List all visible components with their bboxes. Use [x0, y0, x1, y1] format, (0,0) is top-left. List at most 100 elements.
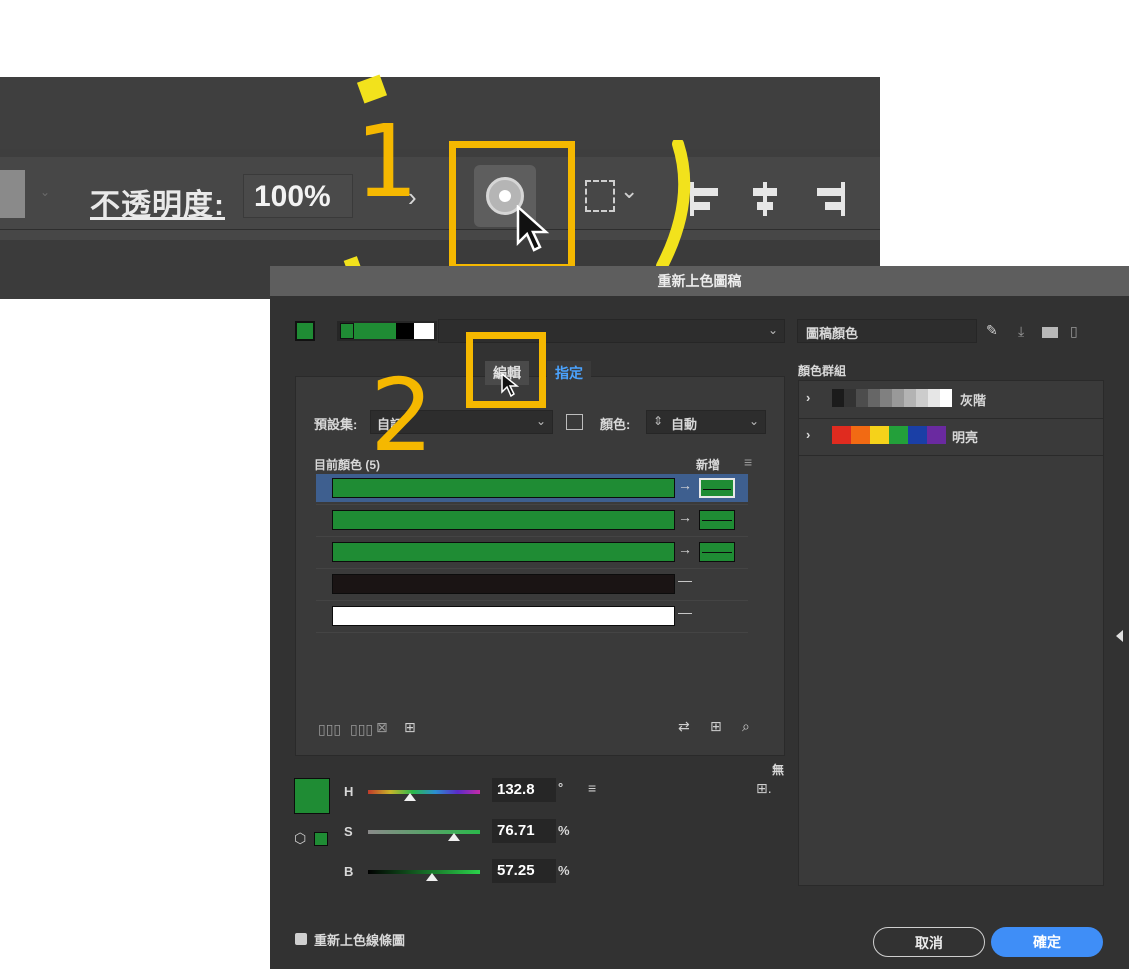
grayscale-swatches [832, 389, 952, 407]
hue-slider[interactable] [368, 790, 480, 794]
color-options-icon[interactable] [566, 414, 583, 430]
preset-label: 預設集: [314, 417, 358, 432]
group-swatch [908, 426, 927, 444]
find-color-icon[interactable]: ⌕ [742, 718, 750, 735]
chevron-down-icon[interactable]: ⌄ [40, 185, 50, 199]
saturation-input[interactable]: 76.71 [492, 819, 556, 843]
merge-colors-icon[interactable]: ▯▯▯ [318, 721, 341, 738]
new-row-icon[interactable]: ⊞ [404, 719, 416, 736]
eyedropper-icon[interactable]: ✎ [986, 322, 998, 339]
save-group-icon[interactable]: ⤓ [1018, 323, 1024, 340]
arrow-right-icon: → [678, 509, 692, 525]
color-group-item[interactable]: › 灰階 [798, 382, 1104, 419]
colors-label: 顏色: [600, 417, 631, 432]
h-label: H [344, 784, 354, 799]
new-label: 新增 [696, 458, 721, 472]
randomize-order-icon[interactable]: ⇄ [678, 718, 690, 735]
recolor-checkbox-label: 重新上色線條圖 [314, 933, 406, 948]
color-mode-icon[interactable]: ⬡ [294, 830, 306, 847]
chevron-right-icon: › [806, 390, 811, 405]
saturation-slider[interactable] [368, 830, 480, 834]
group-swatch [880, 389, 892, 407]
color-row[interactable]: → [316, 474, 748, 502]
color-row[interactable]: — [316, 602, 748, 630]
group-swatch [832, 426, 851, 444]
step-1-number: 1 [355, 103, 419, 220]
color-group-name: 明亮 [952, 430, 979, 445]
artwork-colors-label: 圖稿顏色 [806, 326, 859, 341]
group-swatch [832, 389, 844, 407]
hue-slider-thumb[interactable] [404, 793, 416, 801]
group-swatch [928, 389, 940, 407]
group-swatch [851, 426, 870, 444]
step-1-highlight-box [449, 141, 575, 271]
yellow-marker-arc [656, 140, 691, 270]
current-color-swatch[interactable] [295, 321, 315, 341]
group-swatch [927, 426, 946, 444]
group-swatch [856, 389, 868, 407]
recolor-checkbox[interactable] [295, 933, 307, 945]
menu-icon[interactable]: ≡ [744, 454, 752, 470]
color-group-name: 灰階 [960, 393, 987, 408]
opacity-input[interactable]: 100% [243, 174, 353, 218]
chevron-down-icon: ⌄ [767, 323, 778, 337]
trash-icon[interactable]: ▯ [1070, 323, 1078, 340]
colors-value: 自動 [671, 417, 698, 432]
folder-icon[interactable] [1042, 327, 1058, 338]
randomize-saturation-icon[interactable]: ⊞ [710, 718, 722, 735]
dialog-title: 重新上色圖稿 [270, 266, 1129, 296]
cancel-button[interactable]: 取消 [873, 927, 985, 957]
group-swatch [904, 389, 916, 407]
secondary-color-swatch[interactable] [314, 832, 328, 846]
chevron-down-icon: ⌄ [748, 414, 759, 428]
stepper-icon: ⇕ [653, 414, 664, 428]
tab-assign[interactable]: 指定 [547, 361, 591, 385]
b-unit: % [558, 863, 570, 878]
group-swatch [870, 426, 889, 444]
hue-input[interactable]: 132.8 [492, 778, 556, 802]
b-label: B [344, 864, 354, 879]
chevron-right-icon: › [806, 427, 811, 442]
color-strip[interactable] [337, 321, 437, 341]
step-2-number: 2 [370, 357, 434, 474]
color-group-item[interactable]: › 明亮 [798, 419, 1104, 456]
brightness-slider-thumb[interactable] [426, 873, 438, 881]
colors-count-dropdown[interactable]: ⇕ 自動 ⌄ [646, 410, 766, 434]
fill-swatch[interactable] [0, 170, 25, 218]
group-swatch [916, 389, 928, 407]
active-color-swatch[interactable] [294, 778, 330, 814]
group-swatch [892, 389, 904, 407]
none-label: 無 [772, 763, 785, 777]
align-right-icon[interactable] [815, 182, 845, 216]
arrow-right-icon: → [678, 477, 692, 493]
color-groups-label: 顏色群組 [798, 364, 847, 378]
group-swatch [889, 426, 908, 444]
chevron-down-icon: ⌄ [535, 414, 546, 428]
group-swatch [844, 389, 856, 407]
chevron-down-icon[interactable]: ⌄ [620, 178, 638, 204]
brightness-slider[interactable] [368, 870, 480, 874]
no-mapping-dash: — [678, 604, 692, 620]
no-mapping-dash: — [678, 572, 692, 588]
align-center-icon[interactable] [750, 182, 780, 216]
limit-to-swatch-icon[interactable]: ⊞. [756, 780, 772, 797]
group-swatch [868, 389, 880, 407]
brightness-input[interactable]: 57.25 [492, 859, 556, 883]
ok-button[interactable]: 確定 [991, 927, 1103, 957]
transform-icon[interactable] [585, 180, 615, 212]
group-swatch [940, 389, 952, 407]
separate-colors-icon[interactable]: ▯▯▯ [350, 721, 373, 738]
color-row[interactable]: — [316, 570, 748, 598]
collapse-panel-icon[interactable] [1116, 630, 1123, 642]
arrow-right-icon: → [678, 541, 692, 557]
menu-icon[interactable]: ≡ [588, 780, 596, 796]
opacity-label[interactable]: 不透明度: [90, 180, 225, 224]
artwork-colors-dropdown[interactable]: 圖稿顏色 [797, 319, 977, 343]
exclude-colors-icon[interactable]: ⊠ [376, 719, 388, 736]
color-row[interactable]: → [316, 538, 748, 566]
saturation-slider-thumb[interactable] [448, 833, 460, 841]
s-unit: % [558, 823, 570, 838]
s-label: S [344, 824, 353, 839]
color-row[interactable]: → [316, 506, 748, 534]
mouse-cursor-icon [501, 372, 520, 398]
